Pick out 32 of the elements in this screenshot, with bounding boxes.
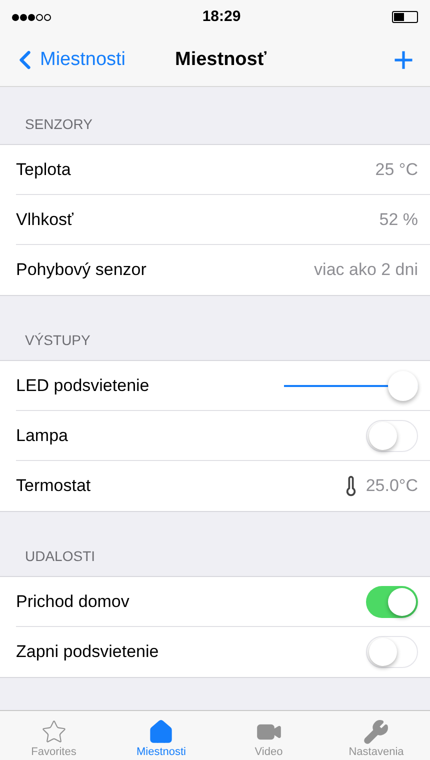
home-icon (148, 719, 174, 745)
battery-icon (392, 11, 418, 23)
row-label: Teplota (16, 158, 71, 181)
toggle-switch[interactable] (366, 586, 418, 618)
row-label: Vlhkosť (16, 208, 74, 231)
star-icon (40, 719, 67, 745)
row-label: Prichod domov (16, 590, 130, 613)
section-header: SENZORY (25, 115, 92, 134)
wrench-icon (363, 719, 390, 745)
toggle-switch[interactable] (366, 636, 418, 668)
tab-item[interactable]: Favorites (0, 711, 108, 760)
value-text: 25.0°C (366, 475, 418, 498)
back-button[interactable]: Miestnosti (10, 45, 126, 75)
tab-item[interactable]: Video (215, 711, 322, 760)
row-label: Pohybový senzor (16, 259, 146, 282)
row-label: Lampa (16, 424, 68, 447)
tab-item[interactable]: Miestnosti (108, 711, 215, 760)
value-text: 25 °C (375, 158, 418, 181)
row-label: Zapni podsvietenie (16, 641, 159, 664)
toggle-switch[interactable] (366, 420, 418, 452)
tab-item[interactable]: Nastavenia (322, 711, 430, 760)
value-text: 52 % (379, 208, 418, 231)
page-title: Miestnosť (175, 48, 266, 72)
section-header: VÝSTUPY (25, 331, 90, 350)
row-label: Termostat (16, 475, 91, 498)
status-time: 18:29 (202, 6, 241, 27)
slider[interactable] (284, 370, 418, 400)
value-text: viac ako 2 dni (314, 259, 418, 282)
signal-icon (12, 14, 51, 20)
add-button[interactable]: + (392, 42, 420, 78)
section-header: UDALOSTI (25, 547, 96, 566)
row-label: LED podsvietenie (16, 374, 150, 397)
